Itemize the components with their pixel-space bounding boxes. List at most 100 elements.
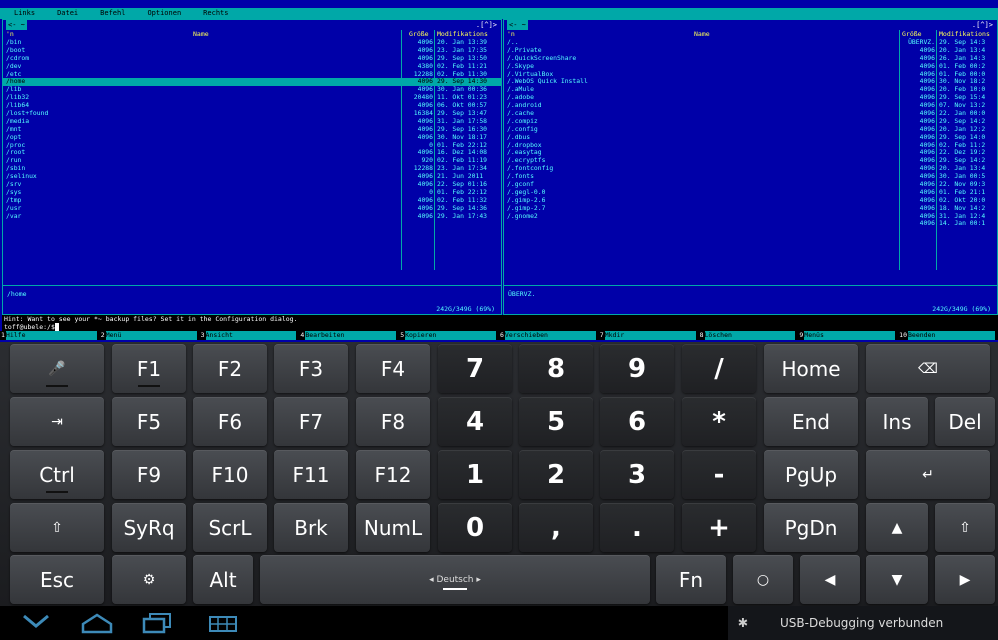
fn-key[interactable]: Fn [656, 555, 726, 604]
num2-key[interactable]: 2 [519, 450, 593, 499]
fn-key-2[interactable]: 2 Menü [99, 331, 200, 340]
shift-key-right[interactable]: ⇧ [935, 503, 995, 552]
f5-key[interactable]: F5 [112, 397, 186, 446]
home-icon[interactable] [80, 612, 114, 638]
num9-key[interactable]: 9 [600, 344, 674, 393]
left-arrow-key[interactable]: ◀ [800, 555, 860, 604]
f3-key[interactable]: F3 [274, 344, 348, 393]
num7-key[interactable]: 7 [438, 344, 512, 393]
f6-key[interactable]: F6 [193, 397, 267, 446]
divide-key[interactable]: / [682, 344, 756, 393]
scrl-key[interactable]: ScrL [193, 503, 267, 552]
right-panel[interactable]: <- ~ .[^]> 'n Name Größe Modifikations /… [503, 19, 998, 315]
menu-links[interactable]: Links [14, 8, 35, 19]
file-row[interactable]: 4096 14. Jan 00:1 [504, 220, 997, 228]
end-key[interactable]: End [764, 397, 858, 446]
num0-key[interactable]: 0 [438, 503, 512, 552]
settings-key[interactable]: ⚙ [112, 555, 186, 604]
fn-key-1[interactable]: 1 Hilfe [0, 331, 100, 340]
left-col-name[interactable]: Name [193, 30, 209, 39]
pgup-key[interactable]: PgUp [764, 450, 858, 499]
midnight-commander: Links Datei Befehl Optionen Rechts <- ~ … [0, 0, 998, 342]
key-label: 6 [627, 406, 647, 437]
fn-key-3[interactable]: 3 Ansicht [199, 331, 300, 340]
circle-key[interactable]: ○ [733, 555, 793, 604]
right-panel-controls[interactable]: .[^]> [972, 20, 993, 30]
alt-key[interactable]: Alt [193, 555, 253, 604]
fn-key-5[interactable]: 5 Kopieren [399, 331, 499, 340]
minus-key[interactable]: - [682, 450, 756, 499]
shell-prompt[interactable]: toff@ubele:/$ [4, 323, 55, 331]
key-label: 5 [546, 406, 566, 437]
mic-key[interactable]: 🎤 [10, 344, 104, 393]
right-arrow-key[interactable]: ▶ [935, 555, 995, 604]
del-key[interactable]: Del [935, 397, 995, 446]
backspace-key[interactable]: ⌫ [866, 344, 990, 393]
num1-key[interactable]: 1 [438, 450, 512, 499]
left-panel-controls[interactable]: .[^]> [476, 20, 497, 30]
usb-debugging-icon: ✱ [738, 612, 748, 631]
fn-key-9[interactable]: 9 Menüs [798, 331, 898, 340]
tab-key[interactable]: ⇥ [10, 397, 104, 446]
f7-key[interactable]: F7 [274, 397, 348, 446]
status-area[interactable]: ✱ USB-Debugging verbunden [728, 606, 998, 640]
period-key[interactable]: . [600, 503, 674, 552]
down-arrow-key[interactable]: ▼ [866, 555, 928, 604]
f11-key[interactable]: F11 [274, 450, 348, 499]
pgdn-key[interactable]: PgDn [764, 503, 858, 552]
f10-key[interactable]: F10 [193, 450, 267, 499]
f8-key[interactable]: F8 [356, 397, 430, 446]
num3-key[interactable]: 3 [600, 450, 674, 499]
enter-key[interactable]: ↵ [866, 450, 990, 499]
key-label: ⌫ [918, 360, 938, 377]
fn-key-7[interactable]: 7 Mkdir [598, 331, 699, 340]
num4-key[interactable]: 4 [438, 397, 512, 446]
plus-key[interactable]: + [682, 503, 756, 552]
right-footer-free: 242G/349G (69%) [932, 305, 991, 313]
fn-key-10[interactable]: 10 Beenden [898, 331, 998, 340]
file-row[interactable]: /var 4096 29. Jan 17:43 [3, 211, 501, 221]
esc-key[interactable]: Esc [10, 555, 104, 604]
syrq-key[interactable]: SyRq [112, 503, 186, 552]
menu-datei[interactable]: Datei [57, 8, 78, 19]
f9-key[interactable]: F9 [112, 450, 186, 499]
fn-key-8[interactable]: 8 Löschen [698, 331, 799, 340]
left-panel[interactable]: <- ~ .[^]> 'n Name Größe Modifikations /… [2, 19, 502, 315]
f2-key[interactable]: F2 [193, 344, 267, 393]
ctrl-key[interactable]: Ctrl [10, 450, 104, 499]
up-arrow-key[interactable]: ▲ [866, 503, 928, 552]
key-label: F12 [374, 462, 412, 487]
key-state-indicator [138, 385, 160, 387]
fn-key-label: Menü [105, 331, 197, 340]
brk-key[interactable]: Brk [274, 503, 348, 552]
key-label: ⇥ [51, 413, 63, 430]
fn-key-6[interactable]: 6 Verschieben [498, 331, 599, 340]
right-file-list: /.. ÜBERVZ. 29. Sep 14:3/.Private 4096 20. J… [504, 38, 997, 228]
menu-optionen[interactable]: Optionen [147, 8, 181, 19]
numl-key[interactable]: NumL [356, 503, 430, 552]
space-key[interactable]: ◂ Deutsch ▸ [260, 555, 650, 604]
menu-befehl[interactable]: Befehl [100, 8, 125, 19]
back-icon[interactable] [22, 612, 50, 636]
file-mtime: 29. Jan 17:43 [437, 211, 488, 220]
num6-key[interactable]: 6 [600, 397, 674, 446]
recent-apps-icon[interactable] [142, 612, 172, 638]
keyboard-icon[interactable] [208, 612, 238, 638]
menu-rechts[interactable]: Rechts [203, 8, 228, 19]
system-nav-bar: ✱ USB-Debugging verbunden [0, 606, 998, 640]
num5-key[interactable]: 5 [519, 397, 593, 446]
file-row[interactable]: /opt 4096 30. Nov 18:17 [3, 133, 501, 142]
key-label: F5 [136, 409, 162, 434]
fn-key-4[interactable]: 4 Bearbeiten [299, 331, 399, 340]
shift-key[interactable]: ⇧ [10, 503, 104, 552]
f1-key[interactable]: F1 [112, 344, 186, 393]
f4-key[interactable]: F4 [356, 344, 430, 393]
f12-key[interactable]: F12 [356, 450, 430, 499]
home-key[interactable]: Home [764, 344, 858, 393]
right-col-name[interactable]: Name [694, 30, 710, 39]
file-row[interactable]: /srv 4096 22. Sep 01:16 [3, 180, 501, 189]
ins-key[interactable]: Ins [866, 397, 928, 446]
num8-key[interactable]: 8 [519, 344, 593, 393]
comma-key[interactable]: , [519, 503, 593, 552]
multiply-key[interactable]: * [682, 397, 756, 446]
